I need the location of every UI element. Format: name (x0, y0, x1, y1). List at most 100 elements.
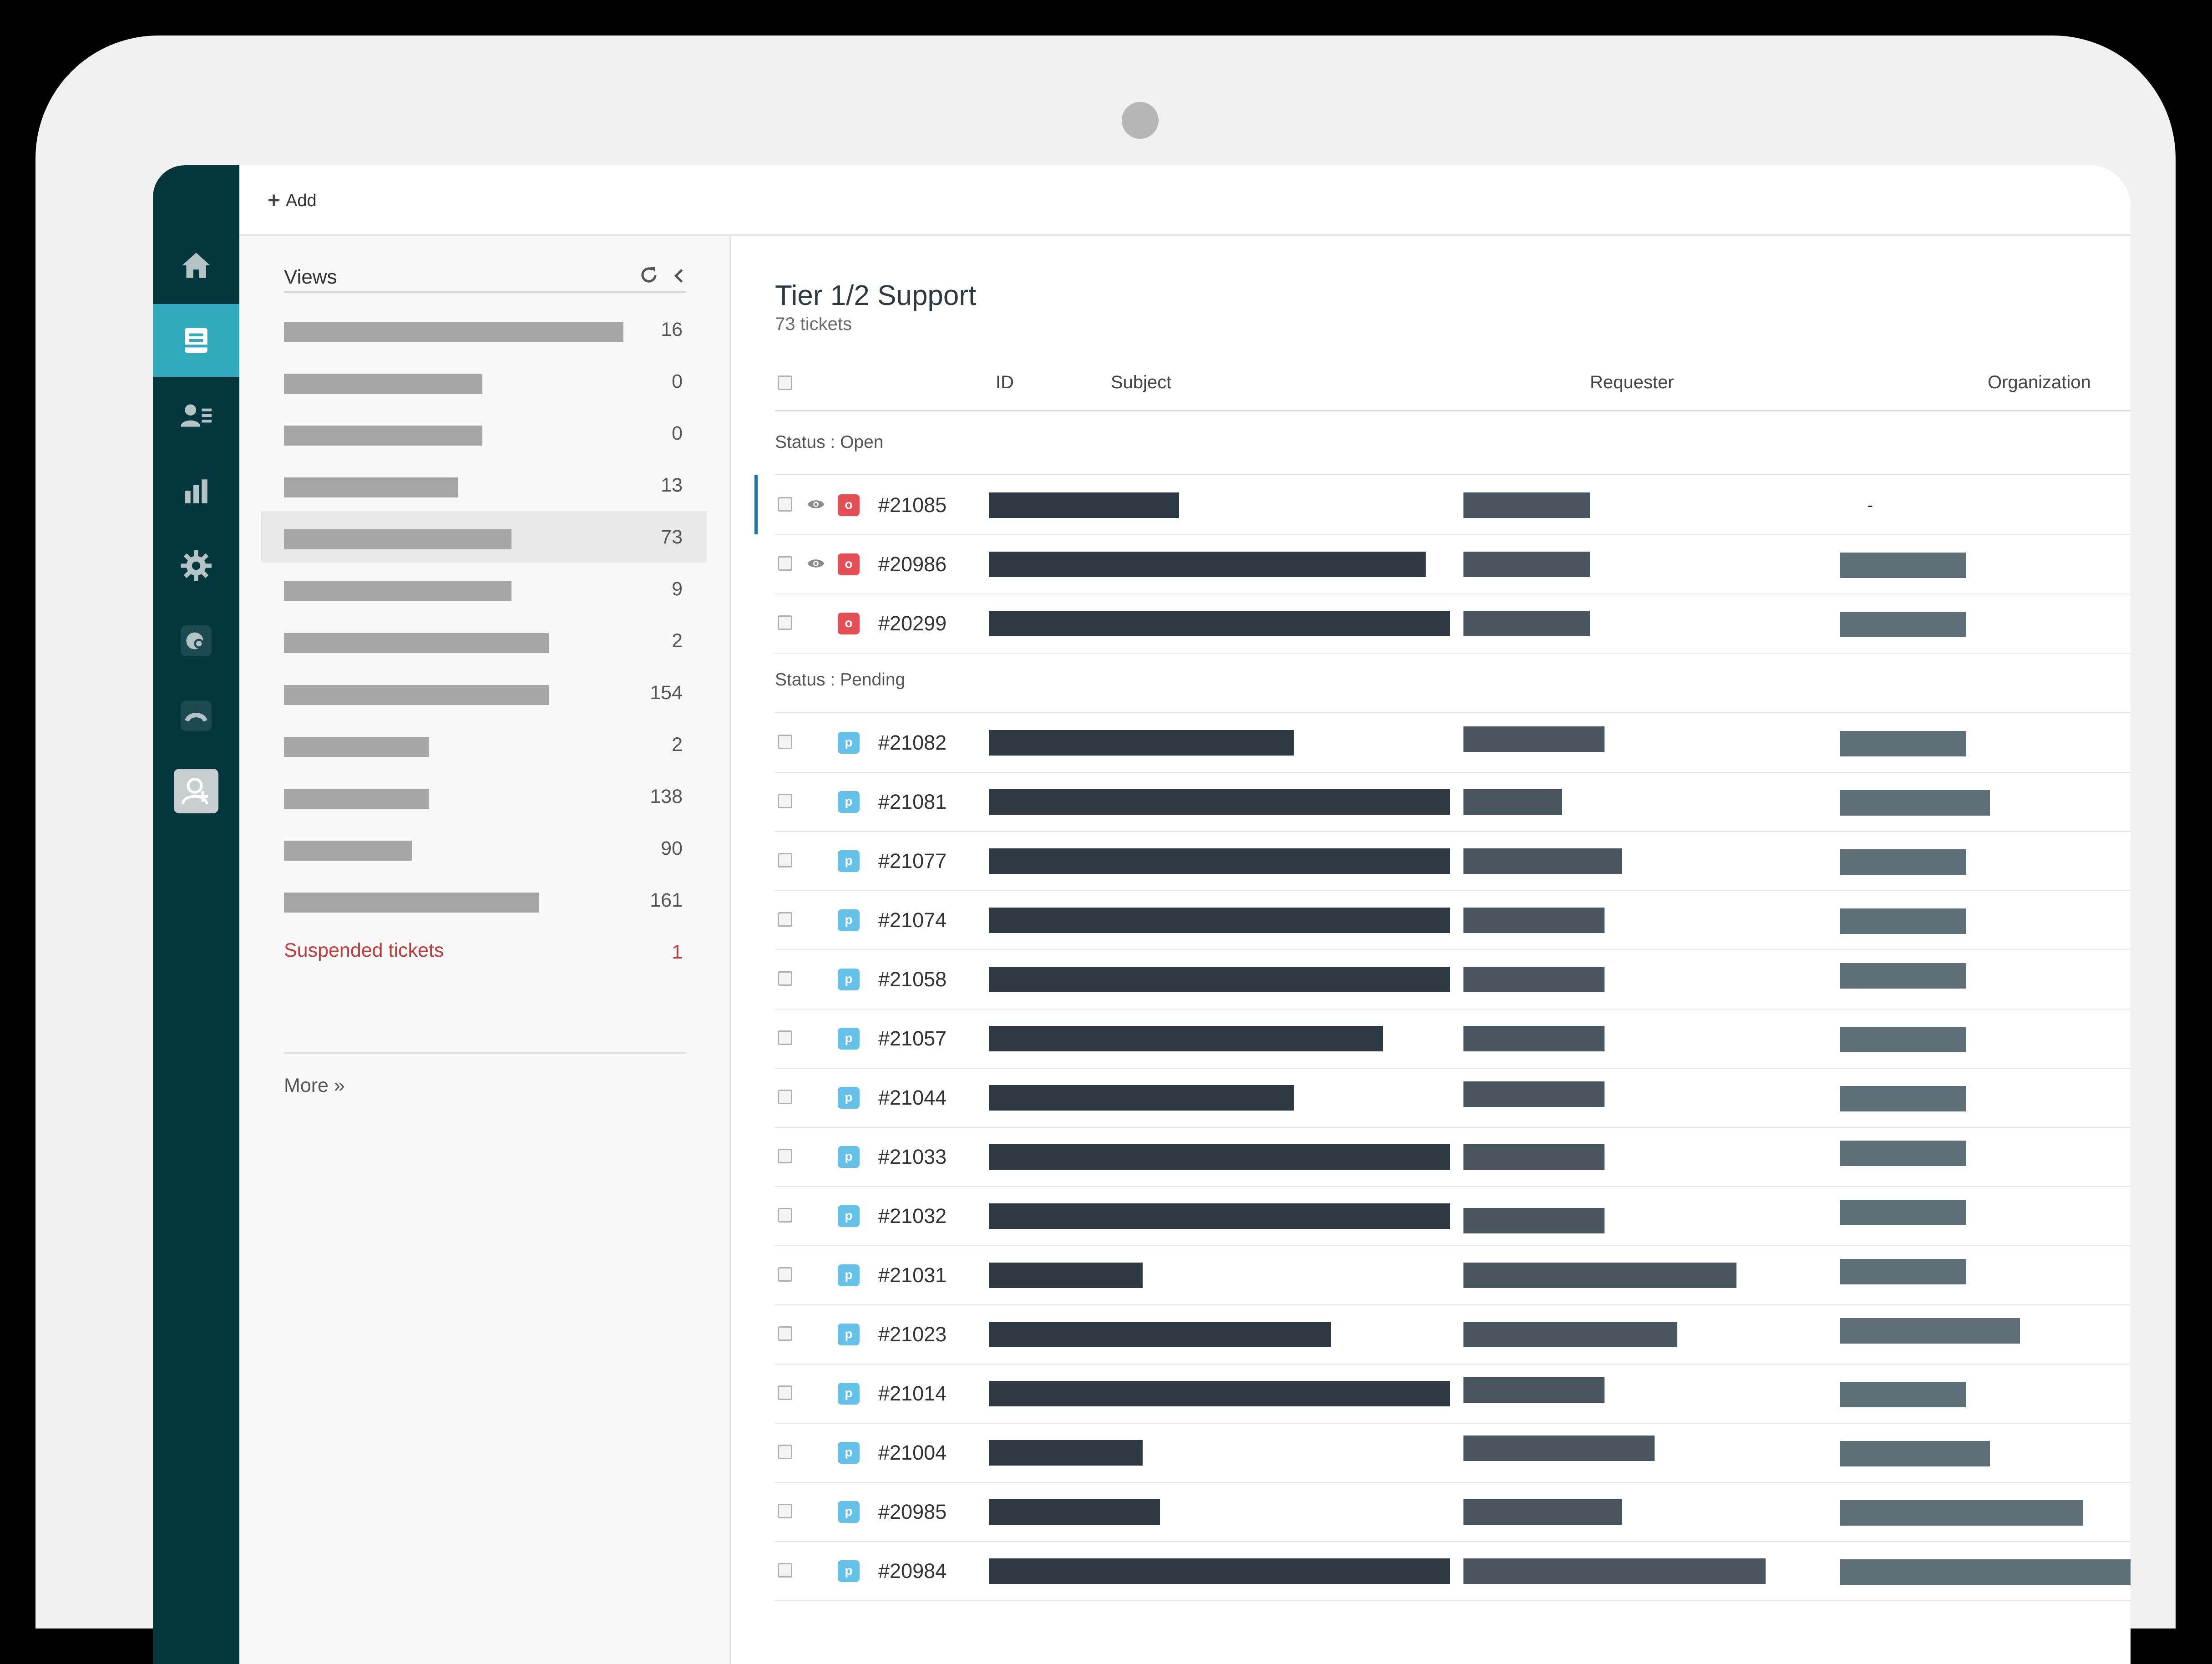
column-header-organization[interactable]: Organization (1988, 372, 2091, 393)
row-checkbox[interactable] (778, 1326, 792, 1341)
row-checkbox[interactable] (778, 853, 792, 868)
subject-redacted (989, 967, 1450, 992)
row-checkbox[interactable] (778, 1267, 792, 1282)
ticket-row[interactable]: p #21082 (775, 713, 2131, 773)
organization-redacted (1840, 1259, 1966, 1284)
view-count: 16 (661, 319, 683, 340)
view-item[interactable]: 2 (261, 614, 707, 666)
view-item[interactable]: 138 (261, 770, 707, 822)
views-title: Views (284, 266, 337, 288)
view-count: 0 (672, 422, 683, 444)
ticket-row[interactable]: p #21033 (775, 1127, 2131, 1187)
row-checkbox[interactable] (778, 735, 792, 749)
reporting-icon (185, 479, 208, 503)
view-item[interactable]: 154 (261, 666, 707, 718)
nav-talk[interactable] (153, 604, 239, 677)
ticket-row[interactable]: p #20985 (775, 1482, 2131, 1542)
ticket-id: #21058 (878, 968, 947, 991)
nav-reporting[interactable] (153, 454, 239, 527)
ticket-row[interactable]: p #21004 (775, 1423, 2131, 1483)
ticket-row[interactable]: p #20984 (775, 1541, 2131, 1601)
row-checkbox[interactable] (778, 1208, 792, 1223)
subject-redacted (989, 1558, 1450, 1584)
nav-home[interactable] (153, 229, 239, 302)
nav-phone[interactable] (153, 680, 239, 752)
ticket-row[interactable]: p #21081 (775, 772, 2131, 832)
subject-redacted (989, 1144, 1450, 1170)
ticket-row[interactable]: p #21032 (775, 1186, 2131, 1246)
ticket-row[interactable]: p #21014 (775, 1364, 2131, 1424)
row-checkbox[interactable] (778, 971, 792, 986)
nav-tickets[interactable] (153, 304, 239, 377)
view-item-suspended[interactable]: Suspended tickets 1 (261, 926, 707, 978)
ticket-row[interactable]: p #21023 (775, 1304, 2131, 1365)
subject-redacted (989, 789, 1450, 815)
subject-redacted (989, 848, 1450, 874)
status-badge-pending: p (838, 732, 860, 754)
select-all-checkbox[interactable] (778, 375, 792, 390)
status-badge-pending: p (838, 1383, 860, 1405)
group-label-pending: Status : Pending (775, 670, 906, 690)
row-checkbox[interactable] (778, 1149, 792, 1163)
column-header-subject[interactable]: Subject (1111, 372, 1171, 393)
ticket-row[interactable]: p #21044 (775, 1068, 2131, 1128)
row-checkbox[interactable] (778, 497, 792, 512)
requester-redacted (1463, 726, 1605, 752)
row-checkbox[interactable] (778, 912, 792, 927)
ticket-row[interactable]: o #21085 - (754, 475, 2131, 535)
view-name-redacted (284, 529, 511, 549)
ticket-id: #21031 (878, 1263, 947, 1287)
ticket-id: #21077 (878, 849, 947, 873)
organization-empty: - (1867, 495, 1873, 515)
ticket-row[interactable]: o #20986 (775, 534, 2131, 594)
subject-redacted (989, 492, 1179, 518)
view-item[interactable]: 161 (261, 874, 707, 926)
view-name-redacted (284, 789, 429, 809)
requester-redacted (1463, 1263, 1736, 1288)
row-checkbox[interactable] (778, 1563, 792, 1578)
requester-redacted (1463, 908, 1605, 933)
subject-redacted (989, 1026, 1383, 1051)
subject-redacted (989, 908, 1450, 933)
nav-add-user[interactable] (153, 755, 239, 827)
ticket-id: #21074 (878, 908, 947, 932)
view-title: Tier 1/2 Support (775, 280, 977, 311)
view-item[interactable]: 9 (261, 563, 707, 614)
header-divider (775, 410, 2131, 411)
ticket-id: #21057 (878, 1027, 947, 1050)
camera-dot (1122, 102, 1159, 139)
view-item[interactable]: 16 (261, 303, 707, 355)
row-checkbox[interactable] (778, 556, 792, 571)
ticket-row[interactable]: p #21077 (775, 831, 2131, 891)
more-link[interactable]: More » (284, 1075, 345, 1097)
status-badge-pending: p (838, 1264, 860, 1286)
ticket-row[interactable]: p #21057 (775, 1009, 2131, 1069)
ticket-row[interactable]: o #20299 (775, 594, 2131, 654)
view-item-selected[interactable]: 73 (261, 511, 707, 563)
row-checkbox[interactable] (778, 794, 792, 808)
nav-admin[interactable] (153, 529, 239, 602)
view-item[interactable]: 0 (261, 355, 707, 407)
collapse-chevron-icon[interactable] (670, 266, 688, 286)
view-item[interactable]: 2 (261, 718, 707, 770)
subject-redacted (989, 1263, 1143, 1288)
refresh-icon[interactable] (638, 264, 660, 286)
row-checkbox[interactable] (778, 1504, 792, 1518)
row-checkbox[interactable] (778, 1445, 792, 1459)
row-checkbox[interactable] (778, 1030, 792, 1045)
column-header-id[interactable]: ID (996, 372, 1014, 393)
row-checkbox[interactable] (778, 615, 792, 630)
add-button[interactable]: + Add (268, 190, 317, 212)
row-checkbox[interactable] (778, 1090, 792, 1104)
ticket-id: #21014 (878, 1382, 947, 1405)
nav-customers[interactable] (153, 379, 239, 452)
view-item[interactable]: 90 (261, 822, 707, 874)
row-checkbox[interactable] (778, 1385, 792, 1400)
column-header-requester[interactable]: Requester (1590, 372, 1674, 393)
organization-redacted (1840, 1141, 1966, 1166)
view-item[interactable]: 13 (261, 459, 707, 511)
ticket-row[interactable]: p #21031 (775, 1245, 2131, 1305)
ticket-row[interactable]: p #21058 (775, 949, 2131, 1010)
view-item[interactable]: 0 (261, 407, 707, 459)
ticket-row[interactable]: p #21074 (775, 890, 2131, 950)
